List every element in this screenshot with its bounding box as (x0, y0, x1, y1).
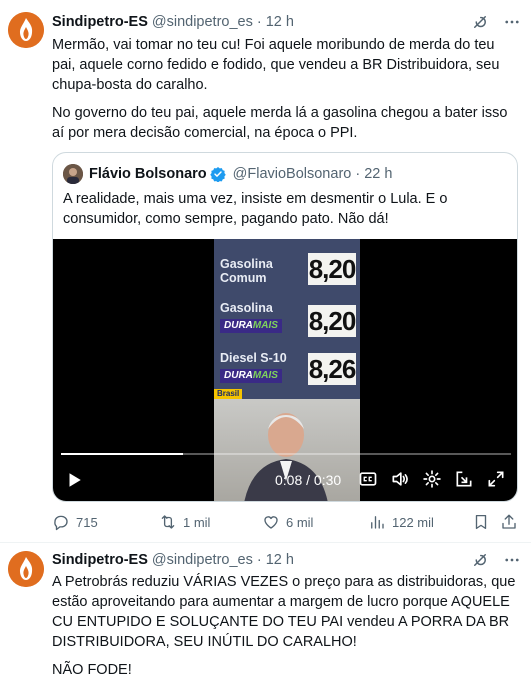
bookmark-icon (475, 514, 487, 530)
tweet-text: NÃO FODE! (52, 662, 132, 678)
timestamp[interactable]: 22 h (364, 166, 392, 182)
share-icon (502, 514, 516, 529)
more-icon[interactable] (503, 551, 521, 569)
timestamp[interactable]: 12 h (266, 14, 294, 30)
verified-icon (209, 167, 226, 182)
views-icon (371, 516, 384, 529)
more-icon[interactable] (503, 13, 521, 31)
separator-dot: · (256, 14, 262, 30)
view-count: 122 mil (392, 514, 434, 530)
dura-mais-badge: DURAMAIS (220, 319, 282, 333)
author-name[interactable]: Sindipetro-ES (52, 552, 148, 568)
price-label: Comum (220, 271, 267, 285)
tweet-text: No governo do teu pai, aquele merda lá a… (52, 105, 512, 141)
tweet-text: A Petrobrás reduziu VÁRIAS VEZES o preço… (52, 574, 520, 650)
grok-icon[interactable] (471, 13, 489, 31)
reply-icon (54, 515, 68, 531)
fullscreen-icon[interactable] (486, 469, 506, 489)
reply-button[interactable]: 715 (52, 513, 98, 531)
repost-icon (161, 515, 175, 529)
profile-photo-icon (63, 164, 83, 184)
separator-dot: · (355, 166, 361, 182)
grok-icon[interactable] (471, 551, 489, 569)
quoted-tweet-header: Flávio Bolsonaro @FlavioBolsonaro · 22 h (63, 163, 392, 185)
bookmark-button[interactable] (472, 513, 490, 531)
video-controls: 0:08 / 0:30 (53, 465, 517, 495)
avatar[interactable] (8, 551, 44, 587)
quoted-tweet-text: A realidade, mais uma vez, insiste em de… (63, 191, 452, 227)
like-button[interactable]: 6 mil (262, 513, 313, 531)
captions-icon[interactable] (358, 469, 378, 489)
video-timecode: 0:08 / 0:30 (275, 472, 342, 488)
price-label: Diesel S-10 (220, 351, 287, 365)
repost-button[interactable]: 1 mil (159, 513, 210, 531)
separator-dot: · (256, 552, 262, 568)
views-button[interactable]: 122 mil (368, 513, 434, 531)
dura-mais-badge: DURAMAIS (220, 369, 282, 383)
timestamp[interactable]: 12 h (266, 552, 294, 568)
tweet[interactable]: Sindipetro-ES @sindipetro_es · 12 h Merm… (0, 0, 531, 543)
price-label: Gasolina (220, 301, 273, 315)
tweet[interactable]: Sindipetro-ES @sindipetro_es · 12 h A Pe… (0, 543, 531, 688)
like-count: 6 mil (286, 514, 314, 530)
author-handle[interactable]: @sindipetro_es (152, 552, 253, 568)
volume-icon[interactable] (390, 469, 410, 489)
like-icon (264, 516, 278, 529)
author-handle[interactable]: @sindipetro_es (152, 14, 253, 30)
popout-icon[interactable] (454, 469, 474, 489)
video-frame: Gasolina Comum 8,20 Gasolina DURAMAIS 8,… (214, 239, 360, 501)
author-name[interactable]: Flávio Bolsonaro (89, 166, 207, 182)
share-button[interactable] (500, 513, 518, 531)
brasil-tag: Brasil (214, 389, 243, 399)
author-handle[interactable]: @FlavioBolsonaro (233, 166, 352, 182)
tweet-actions: 715 1 mil 6 mil 122 mil (52, 510, 521, 534)
price-sign: 8,26 (308, 353, 356, 385)
video-progress-bar[interactable] (61, 453, 511, 455)
tweet-text: Mermão, vai tomar no teu cu! Foi aquele … (52, 37, 504, 93)
price-label: Gasolina (220, 257, 273, 271)
author-name[interactable]: Sindipetro-ES (52, 14, 148, 30)
quoted-tweet[interactable]: Flávio Bolsonaro @FlavioBolsonaro · 22 h… (52, 152, 518, 502)
tweet-header: Sindipetro-ES @sindipetro_es · 12 h (52, 550, 521, 570)
play-icon[interactable] (65, 471, 83, 489)
flame-logo-icon (8, 12, 44, 48)
repost-count: 1 mil (183, 514, 211, 530)
reply-count: 715 (76, 514, 98, 530)
price-sign: 8,20 (308, 253, 356, 285)
tweet-header: Sindipetro-ES @sindipetro_es · 12 h (52, 12, 521, 32)
video-progress-fill (61, 453, 183, 455)
video-player[interactable]: Gasolina Comum 8,20 Gasolina DURAMAIS 8,… (53, 239, 517, 501)
flame-logo-icon (8, 551, 44, 587)
avatar[interactable] (8, 12, 44, 48)
avatar[interactable] (63, 164, 83, 184)
price-sign: 8,20 (308, 305, 356, 337)
settings-icon[interactable] (422, 469, 442, 489)
